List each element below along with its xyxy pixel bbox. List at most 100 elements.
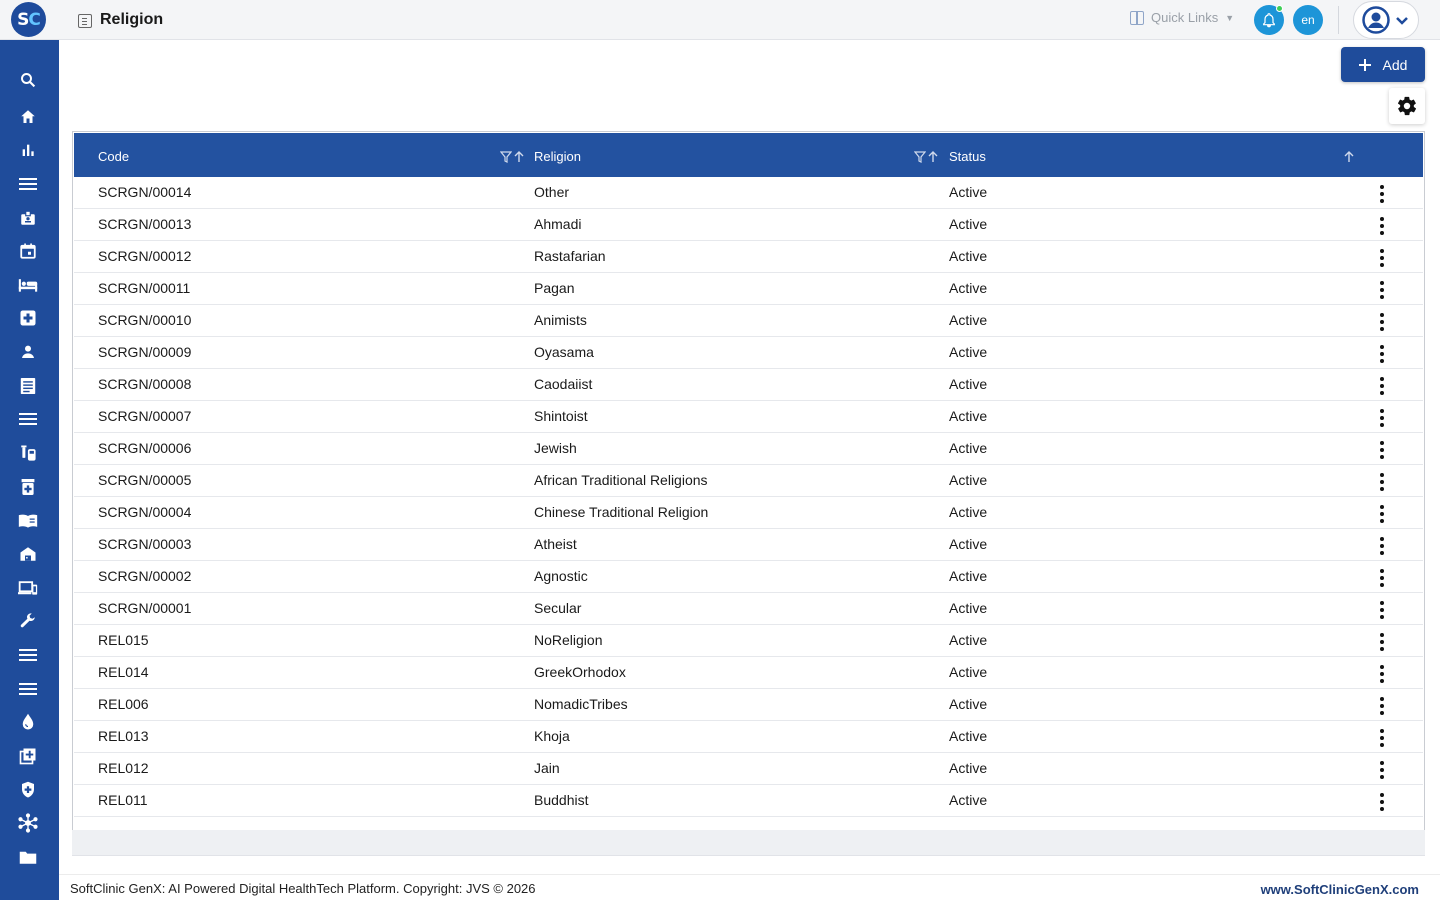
- more-vert-icon[interactable]: [1372, 792, 1392, 812]
- devices-icon[interactable]: [18, 578, 38, 598]
- cell-code: SCRGN/00007: [98, 408, 192, 424]
- table-row[interactable]: SCRGN/00011 Pagan Active: [74, 273, 1423, 305]
- table-row[interactable]: SCRGN/00005 African Traditional Religions…: [74, 465, 1423, 497]
- quick-links-menu[interactable]: Quick Links ▼: [1130, 10, 1234, 25]
- sort-up-icon[interactable]: [513, 151, 525, 163]
- table-row[interactable]: SCRGN/00008 Caodaiist Active: [74, 369, 1423, 401]
- code-filter-sort[interactable]: [500, 151, 525, 163]
- add-box-icon[interactable]: [18, 746, 38, 766]
- religion-filter-sort[interactable]: [914, 151, 939, 163]
- store-icon[interactable]: [18, 544, 38, 564]
- cell-religion: Buddhist: [534, 792, 589, 808]
- more-vert-icon[interactable]: [1372, 408, 1392, 428]
- hamburger-icon[interactable]: [18, 679, 38, 699]
- home-icon[interactable]: [18, 107, 38, 127]
- more-vert-icon[interactable]: [1372, 632, 1392, 652]
- more-vert-icon[interactable]: [1372, 312, 1392, 332]
- cell-code: SCRGN/00010: [98, 312, 192, 328]
- menu-icon[interactable]: [18, 174, 38, 194]
- table-row[interactable]: REL006 NomadicTribes Active: [74, 689, 1423, 721]
- sort-up-icon[interactable]: [927, 151, 939, 163]
- table-row[interactable]: SCRGN/00009 Oyasama Active: [74, 337, 1423, 369]
- table-row[interactable]: SCRGN/00014 Other Active: [74, 177, 1423, 209]
- cell-religion: Atheist: [534, 536, 577, 552]
- more-vert-icon[interactable]: [1372, 216, 1392, 236]
- cell-code: SCRGN/00002: [98, 568, 192, 584]
- cell-religion: NoReligion: [534, 632, 603, 648]
- user-profile-menu[interactable]: [1353, 1, 1419, 39]
- avatar-icon: [1362, 6, 1390, 34]
- blood-drop-icon[interactable]: [18, 712, 38, 732]
- list-icon[interactable]: [18, 409, 38, 429]
- more-vert-icon[interactable]: [1372, 280, 1392, 300]
- cell-religion: Khoja: [534, 728, 570, 744]
- more-vert-icon[interactable]: [1372, 600, 1392, 620]
- person-icon[interactable]: [18, 342, 38, 362]
- table-row[interactable]: SCRGN/00004 Chinese Traditional Religion A…: [74, 497, 1423, 529]
- table-row[interactable]: SCRGN/00002 Agnostic Active: [74, 561, 1423, 593]
- more-vert-icon[interactable]: [1372, 344, 1392, 364]
- settings-button[interactable]: [1389, 88, 1425, 124]
- notification-button[interactable]: [1254, 5, 1284, 35]
- more-vert-icon[interactable]: [1372, 760, 1392, 780]
- status-sort[interactable]: [1343, 151, 1355, 163]
- table-row[interactable]: SCRGN/00006 Jewish Active: [74, 433, 1423, 465]
- table-row[interactable]: REL012 Jain Active: [74, 753, 1423, 785]
- more-vert-icon[interactable]: [1372, 248, 1392, 268]
- filter-icon[interactable]: [500, 151, 512, 163]
- table-row[interactable]: REL015 NoReligion Active: [74, 625, 1423, 657]
- more-vert-icon[interactable]: [1372, 536, 1392, 556]
- more-vert-icon[interactable]: [1372, 728, 1392, 748]
- chevron-down-icon: [1396, 17, 1408, 25]
- lines-icon[interactable]: [18, 645, 38, 665]
- website-link[interactable]: www.SoftClinicGenX.com: [1261, 882, 1419, 897]
- badge-icon[interactable]: [18, 208, 38, 228]
- sort-up-icon[interactable]: [1343, 151, 1355, 163]
- more-vert-icon[interactable]: [1372, 184, 1392, 204]
- more-vert-icon[interactable]: [1372, 440, 1392, 460]
- table-row[interactable]: SCRGN/00012 Rastafarian Active: [74, 241, 1423, 273]
- medical-plus-icon[interactable]: [18, 308, 38, 328]
- book-icon[interactable]: [18, 511, 38, 531]
- cell-status: Active: [949, 408, 988, 424]
- calendar-icon[interactable]: [18, 241, 38, 261]
- table-row[interactable]: SCRGN/00013 Ahmadi Active: [74, 209, 1423, 241]
- add-button[interactable]: Add: [1341, 47, 1425, 82]
- document-icon[interactable]: [18, 376, 38, 396]
- table-row[interactable]: REL013 Khoja Active: [74, 721, 1423, 753]
- wrench-icon[interactable]: [18, 611, 38, 631]
- table-row[interactable]: SCRGN/00007 Shintoist Active: [74, 401, 1423, 433]
- more-vert-icon[interactable]: [1372, 472, 1392, 492]
- more-vert-icon[interactable]: [1372, 376, 1392, 396]
- cell-status: Active: [949, 440, 988, 456]
- shield-icon[interactable]: [18, 780, 38, 800]
- folder-icon[interactable]: [18, 847, 38, 867]
- column-header-status[interactable]: Status: [949, 149, 986, 164]
- cell-code: SCRGN/00009: [98, 344, 192, 360]
- more-vert-icon[interactable]: [1372, 696, 1392, 716]
- app-logo[interactable]: SC: [11, 2, 46, 37]
- analytics-icon[interactable]: [18, 140, 38, 160]
- more-vert-icon[interactable]: [1372, 568, 1392, 588]
- bed-icon[interactable]: [18, 275, 38, 295]
- lab-icon[interactable]: [18, 443, 38, 463]
- hub-icon[interactable]: [18, 813, 38, 833]
- cell-religion: Shintoist: [534, 408, 588, 424]
- table-row[interactable]: SCRGN/00001 Secular Active: [74, 593, 1423, 625]
- column-header-code[interactable]: Code: [98, 149, 129, 164]
- search-icon[interactable]: [18, 70, 38, 90]
- more-vert-icon[interactable]: [1372, 664, 1392, 684]
- cell-religion: GreekOrhodox: [534, 664, 626, 680]
- column-header-religion[interactable]: Religion: [534, 149, 581, 164]
- pharmacy-icon[interactable]: [18, 477, 38, 497]
- table-row[interactable]: REL011 Buddhist Active: [74, 785, 1423, 817]
- table-row[interactable]: SCRGN/00003 Atheist Active: [74, 529, 1423, 561]
- page-form-icon: [78, 14, 92, 28]
- cell-status: Active: [949, 312, 988, 328]
- table-row[interactable]: REL014 GreekOrhodox Active: [74, 657, 1423, 689]
- cell-religion: Agnostic: [534, 568, 588, 584]
- more-vert-icon[interactable]: [1372, 504, 1392, 524]
- table-row[interactable]: SCRGN/00010 Animists Active: [74, 305, 1423, 337]
- language-button[interactable]: en: [1293, 5, 1323, 35]
- filter-icon[interactable]: [914, 151, 926, 163]
